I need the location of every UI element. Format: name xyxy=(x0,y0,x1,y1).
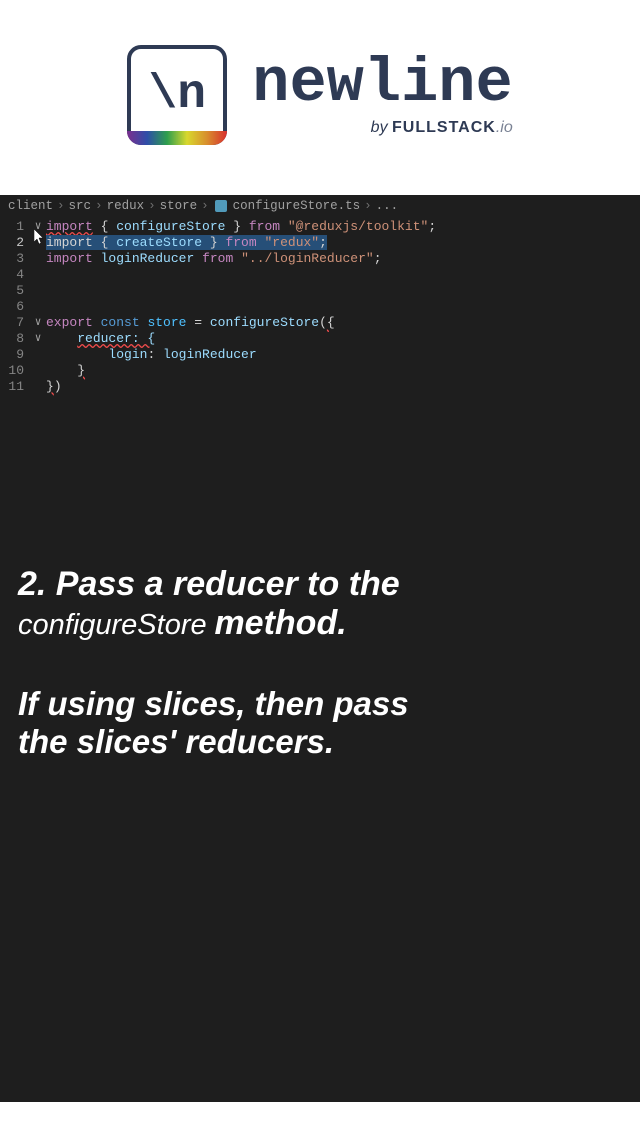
breadcrumb-tail[interactable]: ... xyxy=(376,199,399,213)
line-number: 3 xyxy=(0,251,30,267)
code-line[interactable]: 6 xyxy=(0,299,640,315)
breadcrumb-segment[interactable]: store xyxy=(160,199,198,213)
breadcrumb-segment[interactable]: redux xyxy=(107,199,145,213)
chevron-right-icon: › xyxy=(148,199,156,213)
logo-header: \n newline by FULLSTACK.io xyxy=(0,0,640,195)
breadcrumb-segment[interactable]: client xyxy=(8,199,53,213)
line-number: 8 xyxy=(0,331,30,347)
logo-icon-box: \n xyxy=(127,45,227,145)
fold-chevron-icon xyxy=(30,379,46,395)
code-line[interactable]: 7∨export const store = configureStore({ xyxy=(0,315,640,331)
code-content[interactable]: export const store = configureStore({ xyxy=(46,315,640,331)
line-number: 9 xyxy=(0,347,30,363)
typescript-file-icon xyxy=(215,200,227,212)
code-line[interactable]: 1∨import { configureStore } from "@redux… xyxy=(0,219,640,235)
line-number: 2 xyxy=(0,235,30,251)
caption-text: If using slices, then pass xyxy=(18,685,622,723)
chevron-right-icon: › xyxy=(201,199,209,213)
code-line[interactable]: 8∨ reducer: { xyxy=(0,331,640,347)
line-number: 7 xyxy=(0,315,30,331)
code-line[interactable]: 3 import loginReducer from "../loginReduc… xyxy=(0,251,640,267)
line-number: 10 xyxy=(0,363,30,379)
code-area[interactable]: 1∨import { configureStore } from "@redux… xyxy=(0,217,640,397)
fold-chevron-icon[interactable]: ∨ xyxy=(30,331,46,347)
caption-sub: If using slices, then pass the slices' r… xyxy=(0,685,640,761)
line-number: 4 xyxy=(0,267,30,283)
code-content[interactable] xyxy=(46,267,640,283)
caption-text: 2. Pass a reducer to the xyxy=(18,565,622,604)
fold-chevron-icon xyxy=(30,363,46,379)
code-editor[interactable]: client › src › redux › store › configure… xyxy=(0,195,640,1102)
code-line[interactable]: 4 xyxy=(0,267,640,283)
line-number: 6 xyxy=(0,299,30,315)
brand-name: newline xyxy=(252,53,512,115)
code-content[interactable]: import loginReducer from "../loginReduce… xyxy=(46,251,640,267)
code-content[interactable]: login: loginReducer xyxy=(46,347,640,363)
line-number: 11 xyxy=(0,379,30,395)
fold-chevron-icon xyxy=(30,267,46,283)
brand-byline: by FULLSTACK.io xyxy=(252,119,512,137)
fold-chevron-icon xyxy=(30,347,46,363)
caption-step: 2. Pass a reducer to the configureStore … xyxy=(0,565,640,643)
chevron-right-icon: › xyxy=(95,199,103,213)
code-content[interactable]: reducer: { xyxy=(46,331,640,347)
line-number: 1 xyxy=(0,219,30,235)
caption-text: the slices' reducers. xyxy=(18,723,622,761)
caption-code-term: configureStore xyxy=(18,609,207,641)
caption-text: method. xyxy=(214,604,346,642)
breadcrumb-segment[interactable]: src xyxy=(69,199,92,213)
fold-chevron-icon xyxy=(30,283,46,299)
code-content[interactable]: } xyxy=(46,363,640,379)
fold-chevron-icon[interactable]: ∨ xyxy=(30,315,46,331)
code-line[interactable]: 5 xyxy=(0,283,640,299)
code-line[interactable]: 11}) xyxy=(0,379,640,395)
line-number: 5 xyxy=(0,283,30,299)
fold-chevron-icon xyxy=(30,251,46,267)
brand-text: newline by FULLSTACK.io xyxy=(252,53,512,137)
fold-chevron-icon xyxy=(30,299,46,315)
code-content[interactable] xyxy=(46,283,640,299)
breadcrumb-file[interactable]: configureStore.ts xyxy=(233,199,361,213)
code-content[interactable]: }) xyxy=(46,379,640,395)
logo-symbol: \n xyxy=(148,68,206,122)
code-content[interactable]: import { configureStore } from "@reduxjs… xyxy=(46,219,640,235)
chevron-right-icon: › xyxy=(57,199,65,213)
code-line[interactable]: 2 import { createStore } from "redux"; xyxy=(0,235,640,251)
code-line[interactable]: 9 login: loginReducer xyxy=(0,347,640,363)
chevron-right-icon: › xyxy=(364,199,372,213)
code-content[interactable] xyxy=(46,299,640,315)
breadcrumb[interactable]: client › src › redux › store › configure… xyxy=(0,195,640,217)
code-content[interactable]: import { createStore } from "redux"; xyxy=(46,235,640,251)
fold-chevron-icon[interactable]: ∨ xyxy=(30,219,46,235)
fold-chevron-icon xyxy=(30,235,46,251)
code-line[interactable]: 10 } xyxy=(0,363,640,379)
